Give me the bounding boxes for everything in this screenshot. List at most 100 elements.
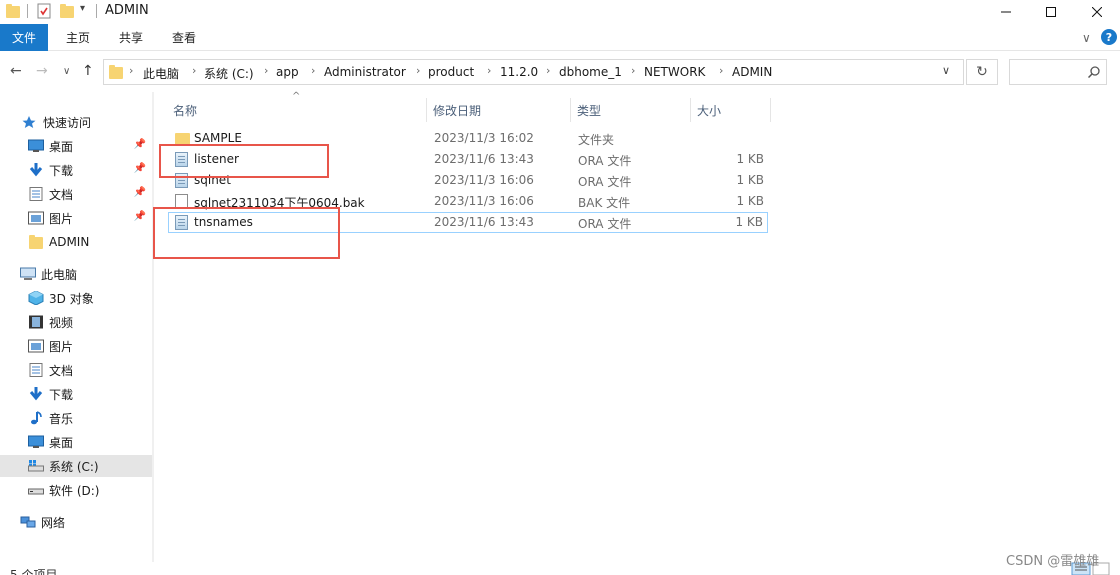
pictures-icon (28, 339, 44, 353)
pin-icon[interactable]: 📌 (134, 163, 146, 174)
nav-label: 下载 (49, 163, 74, 178)
breadcrumb-app[interactable]: app (276, 65, 299, 79)
file-modified: 2023/11/3 16:06 (434, 194, 534, 208)
breadcrumb-product[interactable]: product (428, 65, 474, 79)
address-bar[interactable]: › 此电脑 › 系统 (C:) › app › Administrator › … (103, 59, 964, 85)
nav-item-desktop-pc[interactable]: 桌面 (0, 431, 152, 453)
column-header-type[interactable]: 类型 (571, 98, 691, 122)
nav-item-desktop[interactable]: 桌面 📌 (0, 135, 152, 157)
watermark: CSDN @雷雄雄 (1006, 554, 1100, 569)
nav-item-3d-objects[interactable]: 3D 对象 (0, 287, 152, 309)
breadcrumb-network[interactable]: NETWORK (644, 65, 705, 79)
breadcrumb-admin[interactable]: ADMIN (732, 65, 772, 79)
customize-toolbar-icon[interactable]: ▾ (80, 3, 85, 14)
properties-icon[interactable] (37, 3, 51, 19)
nav-item-downloads-pc[interactable]: 下载 (0, 383, 152, 405)
breadcrumb-separator: › (546, 64, 551, 77)
nav-item-pictures[interactable]: 图片 📌 (0, 207, 152, 229)
close-button[interactable] (1074, 0, 1120, 24)
video-icon (28, 315, 44, 329)
download-icon (28, 387, 44, 401)
breadcrumb-separator: › (311, 64, 316, 77)
column-header-size[interactable]: 大小 (691, 98, 771, 122)
breadcrumb-administrator[interactable]: Administrator (324, 65, 406, 79)
nav-item-music[interactable]: 音乐 (0, 407, 152, 429)
nav-label: ADMIN (49, 235, 90, 249)
cube-icon (28, 290, 44, 306)
nav-pane-splitter[interactable] (152, 92, 154, 562)
breadcrumb-dbhome[interactable]: dbhome_1 (559, 65, 622, 79)
breadcrumb-version[interactable]: 11.2.0 (500, 65, 538, 79)
star-icon (22, 115, 38, 129)
refresh-button[interactable]: ↻ (966, 59, 998, 85)
pictures-icon (28, 211, 44, 225)
expand-ribbon-button[interactable]: ∨ (1082, 24, 1091, 51)
pin-icon[interactable]: 📌 (134, 211, 146, 222)
help-button[interactable]: ? (1101, 29, 1117, 45)
ribbon-tabs: 文件 主页 共享 查看 ∨ ? (0, 24, 1120, 51)
up-button[interactable]: ↑ (82, 63, 94, 79)
breadcrumb-separator: › (631, 64, 636, 77)
pin-icon[interactable]: 📌 (134, 187, 146, 198)
minimize-button[interactable] (983, 0, 1029, 24)
nav-label: 下载 (49, 387, 74, 402)
folder-icon (28, 235, 44, 249)
column-header-modified[interactable]: 修改日期 (427, 98, 571, 122)
tab-view[interactable]: 查看 (172, 24, 196, 51)
nav-item-d-drive[interactable]: 软件 (D:) (0, 479, 152, 501)
download-icon (28, 163, 44, 177)
documents-icon (28, 187, 44, 201)
breadcrumb-separator: › (192, 64, 197, 77)
nav-item-pictures-pc[interactable]: 图片 (0, 335, 152, 357)
maximize-button[interactable] (1028, 0, 1074, 24)
search-input[interactable] (1009, 59, 1107, 85)
tab-file[interactable]: 文件 (0, 24, 48, 51)
highlight-box-listener (159, 144, 329, 178)
nav-label: 系统 (C:) (49, 459, 99, 474)
file-size: 1 KB (736, 152, 764, 166)
computer-icon (20, 267, 36, 281)
file-type: ORA 文件 (578, 154, 632, 168)
pin-icon[interactable]: 📌 (134, 139, 146, 150)
file-type: ORA 文件 (578, 217, 632, 231)
nav-label: 软件 (D:) (49, 483, 100, 498)
drive-icon (28, 483, 44, 497)
file-modified: 2023/11/6 13:43 (434, 152, 534, 166)
address-dropdown-button[interactable]: ∨ (942, 64, 950, 77)
nav-item-documents-pc[interactable]: 文档 (0, 359, 152, 381)
nav-item-videos[interactable]: 视频 (0, 311, 152, 333)
breadcrumb-separator: › (264, 64, 269, 77)
divider (27, 4, 28, 18)
nav-item-downloads[interactable]: 下载 📌 (0, 159, 152, 181)
status-item-count: 5 个项目 (10, 568, 58, 575)
nav-label: 文档 (49, 363, 74, 378)
recent-locations-button[interactable]: ∨ (63, 66, 70, 77)
breadcrumb-this-pc[interactable]: 此电脑 (143, 65, 179, 82)
nav-item-documents[interactable]: 文档 📌 (0, 183, 152, 205)
search-icon (1088, 66, 1100, 78)
tab-share[interactable]: 共享 (119, 24, 143, 51)
nav-quick-access[interactable]: 快速访问 (0, 111, 152, 133)
navigation-pane: 快速访问 桌面 📌 下载 📌 文档 📌 图片 📌 ADMIN 此电脑 3D 对象… (0, 92, 152, 552)
nav-label: 图片 (49, 211, 74, 226)
nav-item-c-drive[interactable]: 系统 (C:) (0, 455, 152, 477)
nav-item-admin[interactable]: ADMIN (0, 231, 152, 253)
music-icon (28, 411, 44, 425)
desktop-icon (28, 139, 44, 153)
file-modified: 2023/11/6 13:43 (434, 215, 534, 229)
file-type: 文件夹 (578, 133, 615, 147)
file-modified: 2023/11/3 16:02 (434, 131, 534, 145)
title-bar: ▾ ADMIN (0, 0, 1120, 24)
tab-home[interactable]: 主页 (66, 24, 90, 51)
nav-this-pc[interactable]: 此电脑 (0, 263, 152, 285)
nav-label: 快速访问 (43, 115, 92, 130)
nav-label: 图片 (49, 339, 74, 354)
column-header-name[interactable]: 名称 (167, 98, 427, 122)
back-button[interactable]: ← (10, 63, 22, 79)
forward-button[interactable]: → (36, 63, 48, 79)
nav-label: 音乐 (49, 411, 74, 426)
nav-network[interactable]: 网络 (0, 511, 152, 533)
file-type: BAK 文件 (578, 196, 631, 210)
drive-icon (28, 459, 44, 473)
breadcrumb-c-drive[interactable]: 系统 (C:) (204, 65, 254, 82)
